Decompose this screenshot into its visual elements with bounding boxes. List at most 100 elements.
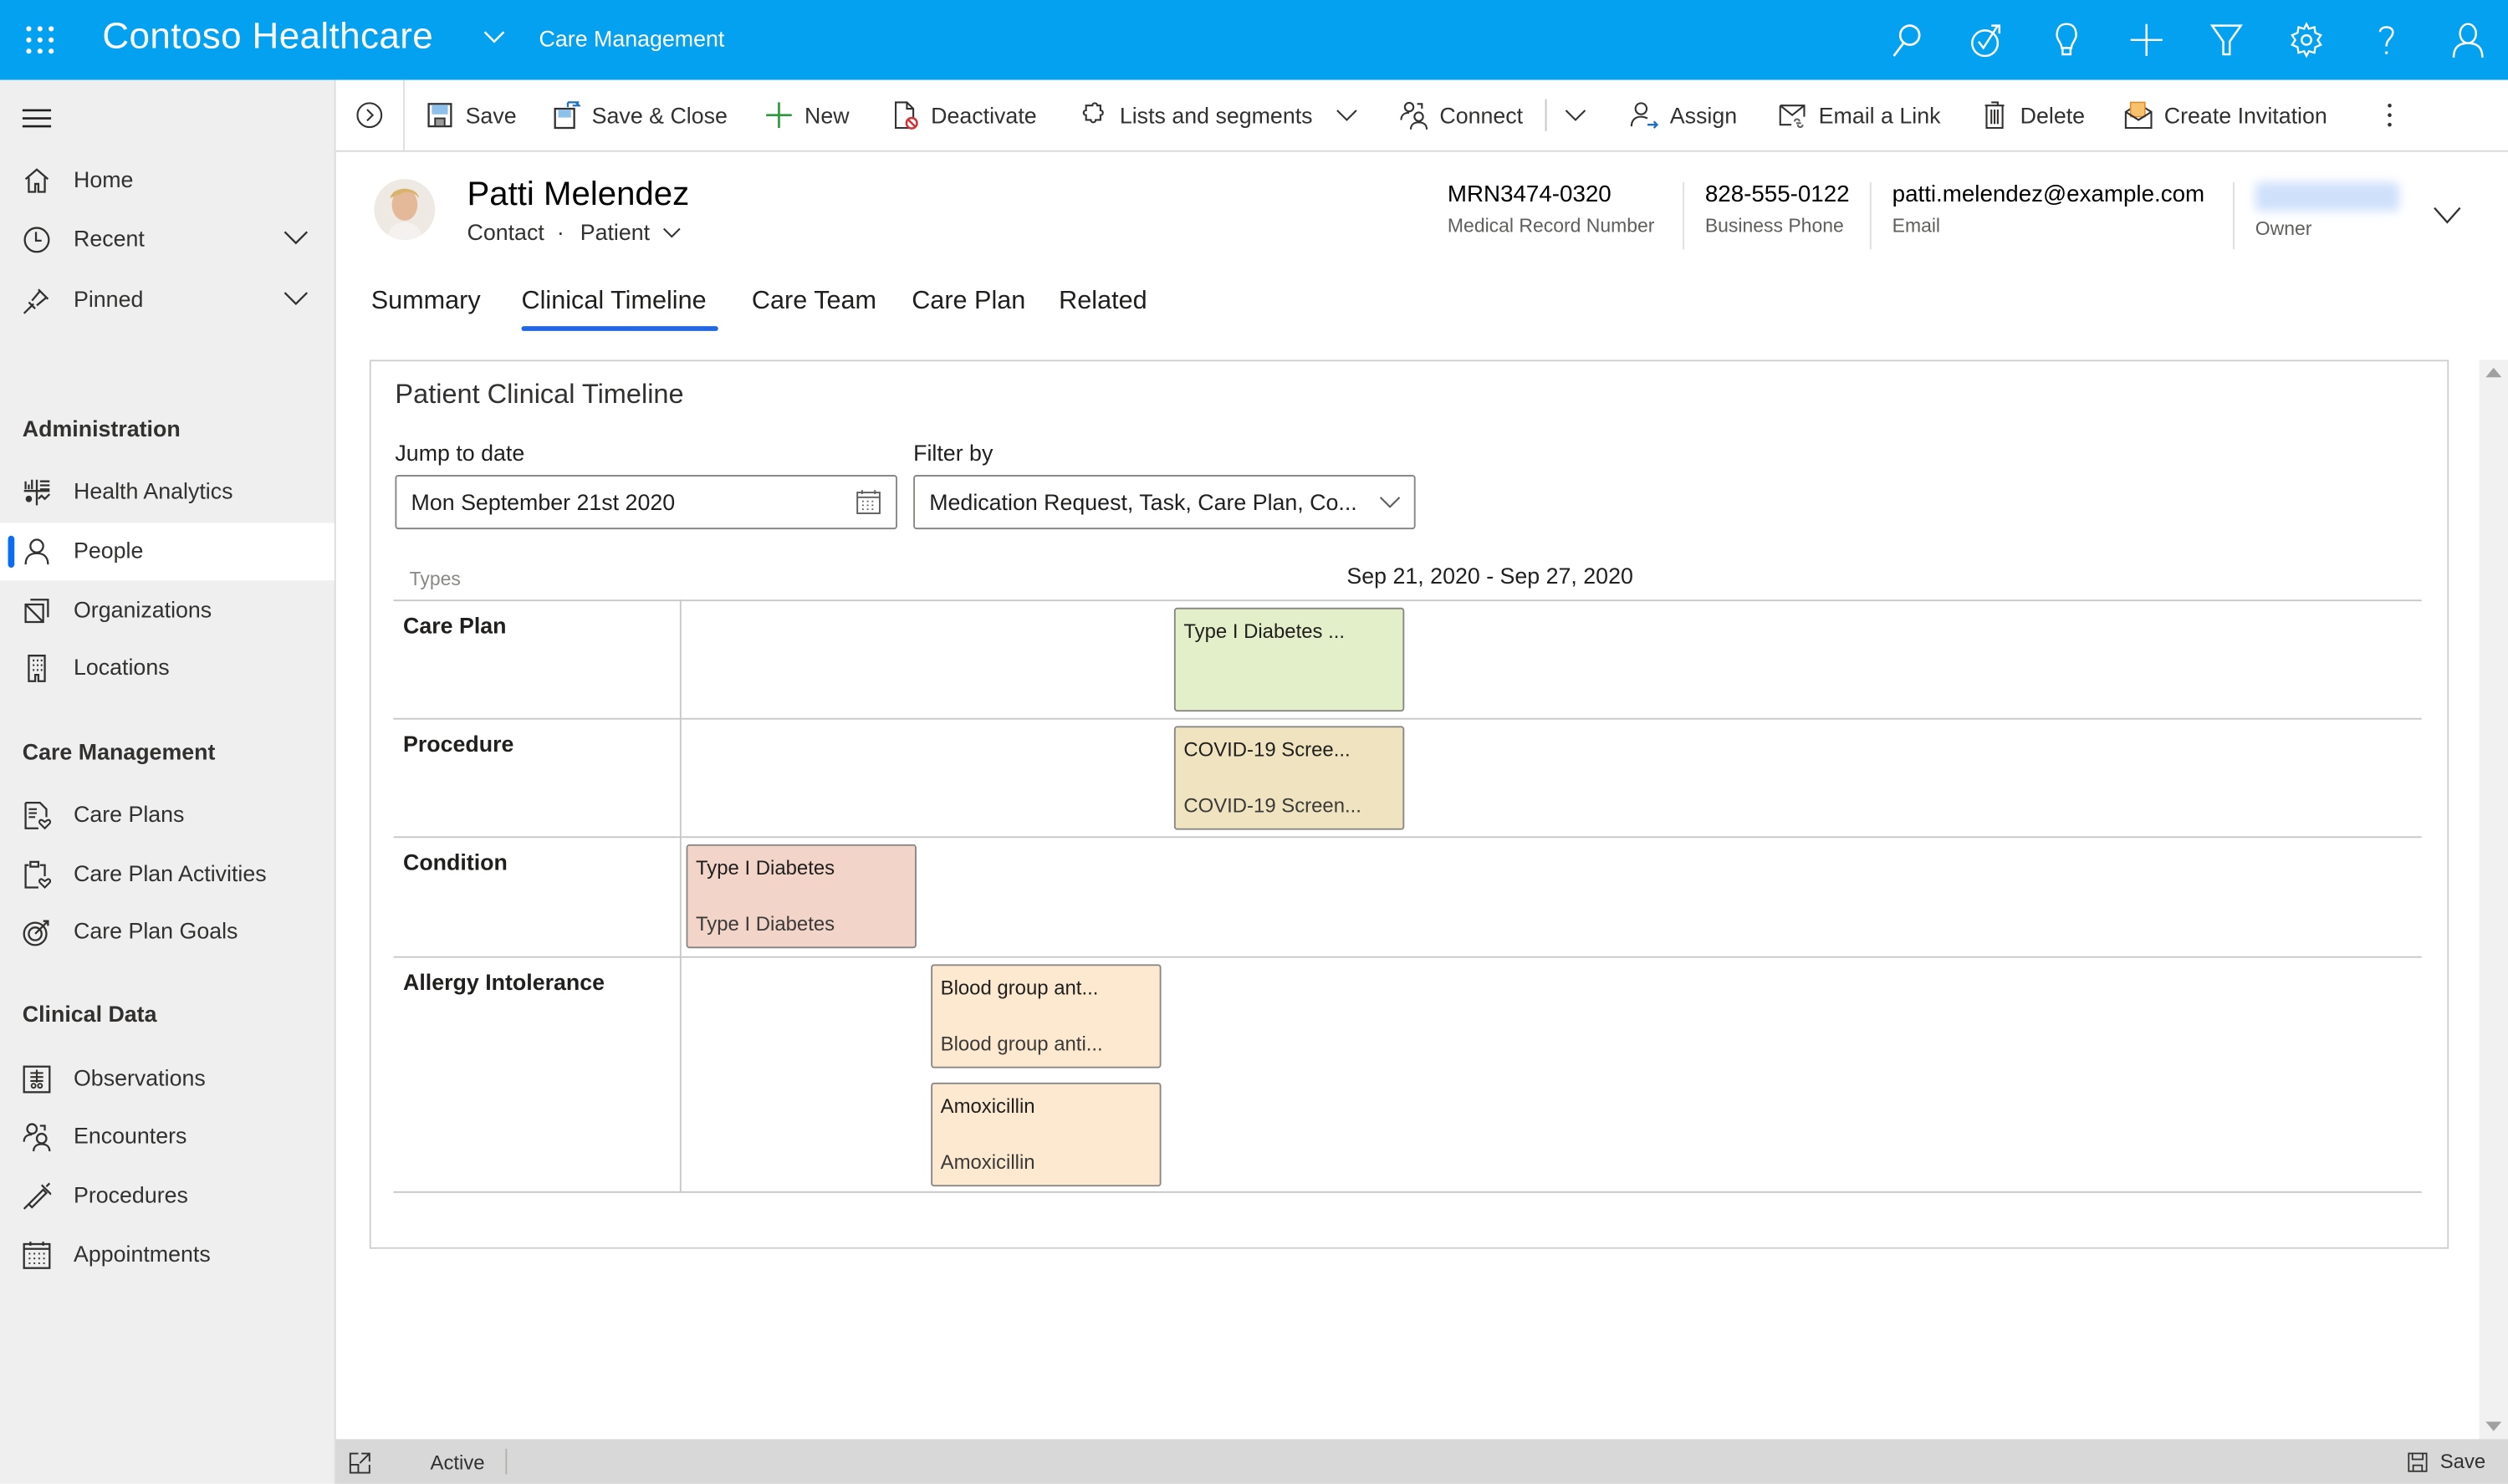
- form-selector[interactable]: Patient: [580, 219, 650, 245]
- active-indicator: [8, 535, 15, 568]
- sidebar-item-recent[interactable]: Recent: [0, 211, 335, 268]
- create-invitation-label: Create Invitation: [2163, 102, 2327, 129]
- separator-dot: ·: [556, 219, 564, 245]
- chevron-down-icon[interactable]: [282, 288, 310, 310]
- sidebar-item-appointments[interactable]: Appointments: [0, 1226, 335, 1284]
- scroll-down-arrow-icon[interactable]: [2485, 1421, 2502, 1431]
- sidebar-item-label: Care Plan Goals: [73, 917, 238, 944]
- chevron-down-icon[interactable]: [480, 23, 508, 51]
- chevron-down-icon[interactable]: [662, 226, 682, 240]
- deactivate-icon: [895, 101, 918, 130]
- tab-care-plan[interactable]: Care Plan: [912, 288, 1025, 316]
- sidebar-item-encounters[interactable]: Encounters: [0, 1108, 335, 1165]
- avatar: [374, 179, 436, 240]
- help-icon[interactable]: [2368, 21, 2406, 59]
- delete-button[interactable]: Delete: [1980, 80, 2085, 150]
- area-name[interactable]: Care Management: [539, 26, 725, 52]
- sidebar-item-observations[interactable]: Observations: [0, 1051, 335, 1109]
- user-icon[interactable]: [2449, 21, 2487, 59]
- sidebar-item-label: Home: [73, 166, 134, 192]
- field-value[interactable]: patti.melendez@example.com: [1892, 182, 2204, 208]
- task-check-icon[interactable]: [1968, 21, 2006, 59]
- sidebar-item-pinned[interactable]: Pinned: [0, 272, 335, 329]
- sidebar-item-procedures[interactable]: Procedures: [0, 1167, 335, 1225]
- app-title[interactable]: Contoso Healthcare: [102, 14, 433, 58]
- timeline-event-card[interactable]: COVID-19 Scree... COVID-19 Screen...: [1173, 726, 1405, 830]
- assign-button[interactable]: Assign: [1630, 80, 1737, 150]
- event-title: Type I Diabetes: [695, 857, 835, 880]
- create-invitation-button[interactable]: Create Invitation: [2124, 80, 2327, 150]
- filter-by-dropdown[interactable]: Medication Request, Task, Care Plan, Co.…: [913, 475, 1416, 530]
- connect-more-chevron-icon[interactable]: [1565, 107, 1587, 123]
- email-a-link-button[interactable]: Email a Link: [1779, 80, 1941, 150]
- gear-icon[interactable]: [2287, 21, 2326, 59]
- clock-icon: [23, 227, 50, 253]
- calendar-icon: [23, 1242, 51, 1269]
- sidebar-item-health-analytics[interactable]: Health Analytics: [0, 464, 335, 522]
- expand-header-chevron-icon[interactable]: [2433, 205, 2461, 227]
- nav-group-administration: Administration: [22, 416, 181, 441]
- lists-segments-label: Lists and segments: [1119, 102, 1313, 129]
- lists-and-segments-button[interactable]: Lists and segments: [1080, 80, 1368, 150]
- save-icon: [2407, 1451, 2427, 1471]
- entity-name: Contact: [467, 219, 544, 245]
- sidebar-item-home[interactable]: Home: [0, 152, 335, 210]
- chevron-circle-right-icon: [356, 102, 383, 129]
- status-save-button[interactable]: Save: [2407, 1439, 2485, 1484]
- new-button[interactable]: New: [764, 80, 850, 150]
- sidebar-item-care-plan-goals[interactable]: Care Plan Goals: [0, 904, 335, 961]
- timeline-event-card[interactable]: Type I Diabetes Type I Diabetes: [686, 844, 917, 949]
- lightbulb-icon[interactable]: [2047, 21, 2086, 59]
- timeline-event-card[interactable]: Type I Diabetes ...: [1173, 607, 1405, 712]
- app-launcher-icon[interactable]: [23, 23, 58, 58]
- plus-icon[interactable]: [2127, 21, 2166, 59]
- divider: [1683, 182, 1684, 250]
- deactivate-button[interactable]: Deactivate: [891, 80, 1037, 150]
- sidebar-item-label: Health Analytics: [73, 477, 233, 504]
- search-icon[interactable]: [1887, 21, 1926, 59]
- timeline-event-card[interactable]: Blood group ant... Blood group anti...: [931, 964, 1162, 1068]
- field-label: Business Phone: [1704, 214, 1844, 237]
- timeline-type-label: Allergy Intolerance: [402, 969, 605, 995]
- open-in-new-window-icon[interactable]: [349, 1452, 371, 1475]
- sidebar-item-care-plans[interactable]: Care Plans: [0, 787, 335, 844]
- sidebar-item-locations[interactable]: Locations: [0, 640, 335, 697]
- divider: [1869, 182, 1872, 250]
- chevron-down-icon[interactable]: [282, 227, 310, 250]
- sidebar-item-organizations[interactable]: Organizations: [0, 582, 335, 640]
- sidebar-nav: Home Recent Pinned Administration Health…: [0, 79, 336, 1484]
- grid-line: [393, 836, 2422, 839]
- timeline-event-card[interactable]: Amoxicillin Amoxicillin: [931, 1082, 1162, 1187]
- calendar-icon[interactable]: [856, 489, 881, 515]
- jump-to-date-input[interactable]: Mon September 21st 2020: [395, 475, 897, 530]
- timeline-type-label: Procedure: [402, 731, 514, 757]
- sidebar-item-people[interactable]: People: [0, 523, 335, 581]
- delete-label: Delete: [2020, 102, 2086, 129]
- invitation-icon: [2124, 101, 2153, 130]
- connect-button[interactable]: Connect: [1400, 80, 1524, 150]
- analytics-icon: [23, 479, 51, 506]
- scroll-up-arrow-icon[interactable]: [2485, 367, 2502, 378]
- event-title: COVID-19 Scree...: [1183, 738, 1351, 762]
- save-button[interactable]: Save: [426, 80, 517, 150]
- sidebar-item-care-plan-activities[interactable]: Care Plan Activities: [0, 846, 335, 904]
- tab-clinical-timeline[interactable]: Clinical Timeline: [522, 288, 707, 316]
- tab-related[interactable]: Related: [1059, 288, 1147, 316]
- collapse-panel-button[interactable]: [336, 79, 405, 150]
- chevron-down-icon[interactable]: [1335, 107, 1357, 123]
- types-column-header: Types: [409, 567, 461, 590]
- care-plan-icon: [24, 801, 52, 830]
- owner-value-blurred[interactable]: [2255, 182, 2399, 212]
- save-and-close-button[interactable]: Save & Close: [552, 80, 728, 150]
- sidebar-item-label: Observations: [73, 1064, 206, 1091]
- vertical-scrollbar[interactable]: [2479, 360, 2508, 1440]
- connect-label: Connect: [1439, 102, 1524, 129]
- filter-icon[interactable]: [2207, 21, 2245, 59]
- more-options-icon[interactable]: [2383, 100, 2396, 129]
- top-bar: Contoso Healthcare Care Management: [0, 0, 2508, 80]
- deactivate-label: Deactivate: [931, 102, 1037, 129]
- hamburger-menu-icon[interactable]: [22, 107, 52, 130]
- status-bar: Active Save: [335, 1439, 2508, 1484]
- tab-care-team[interactable]: Care Team: [752, 288, 876, 316]
- tab-summary[interactable]: Summary: [371, 288, 481, 316]
